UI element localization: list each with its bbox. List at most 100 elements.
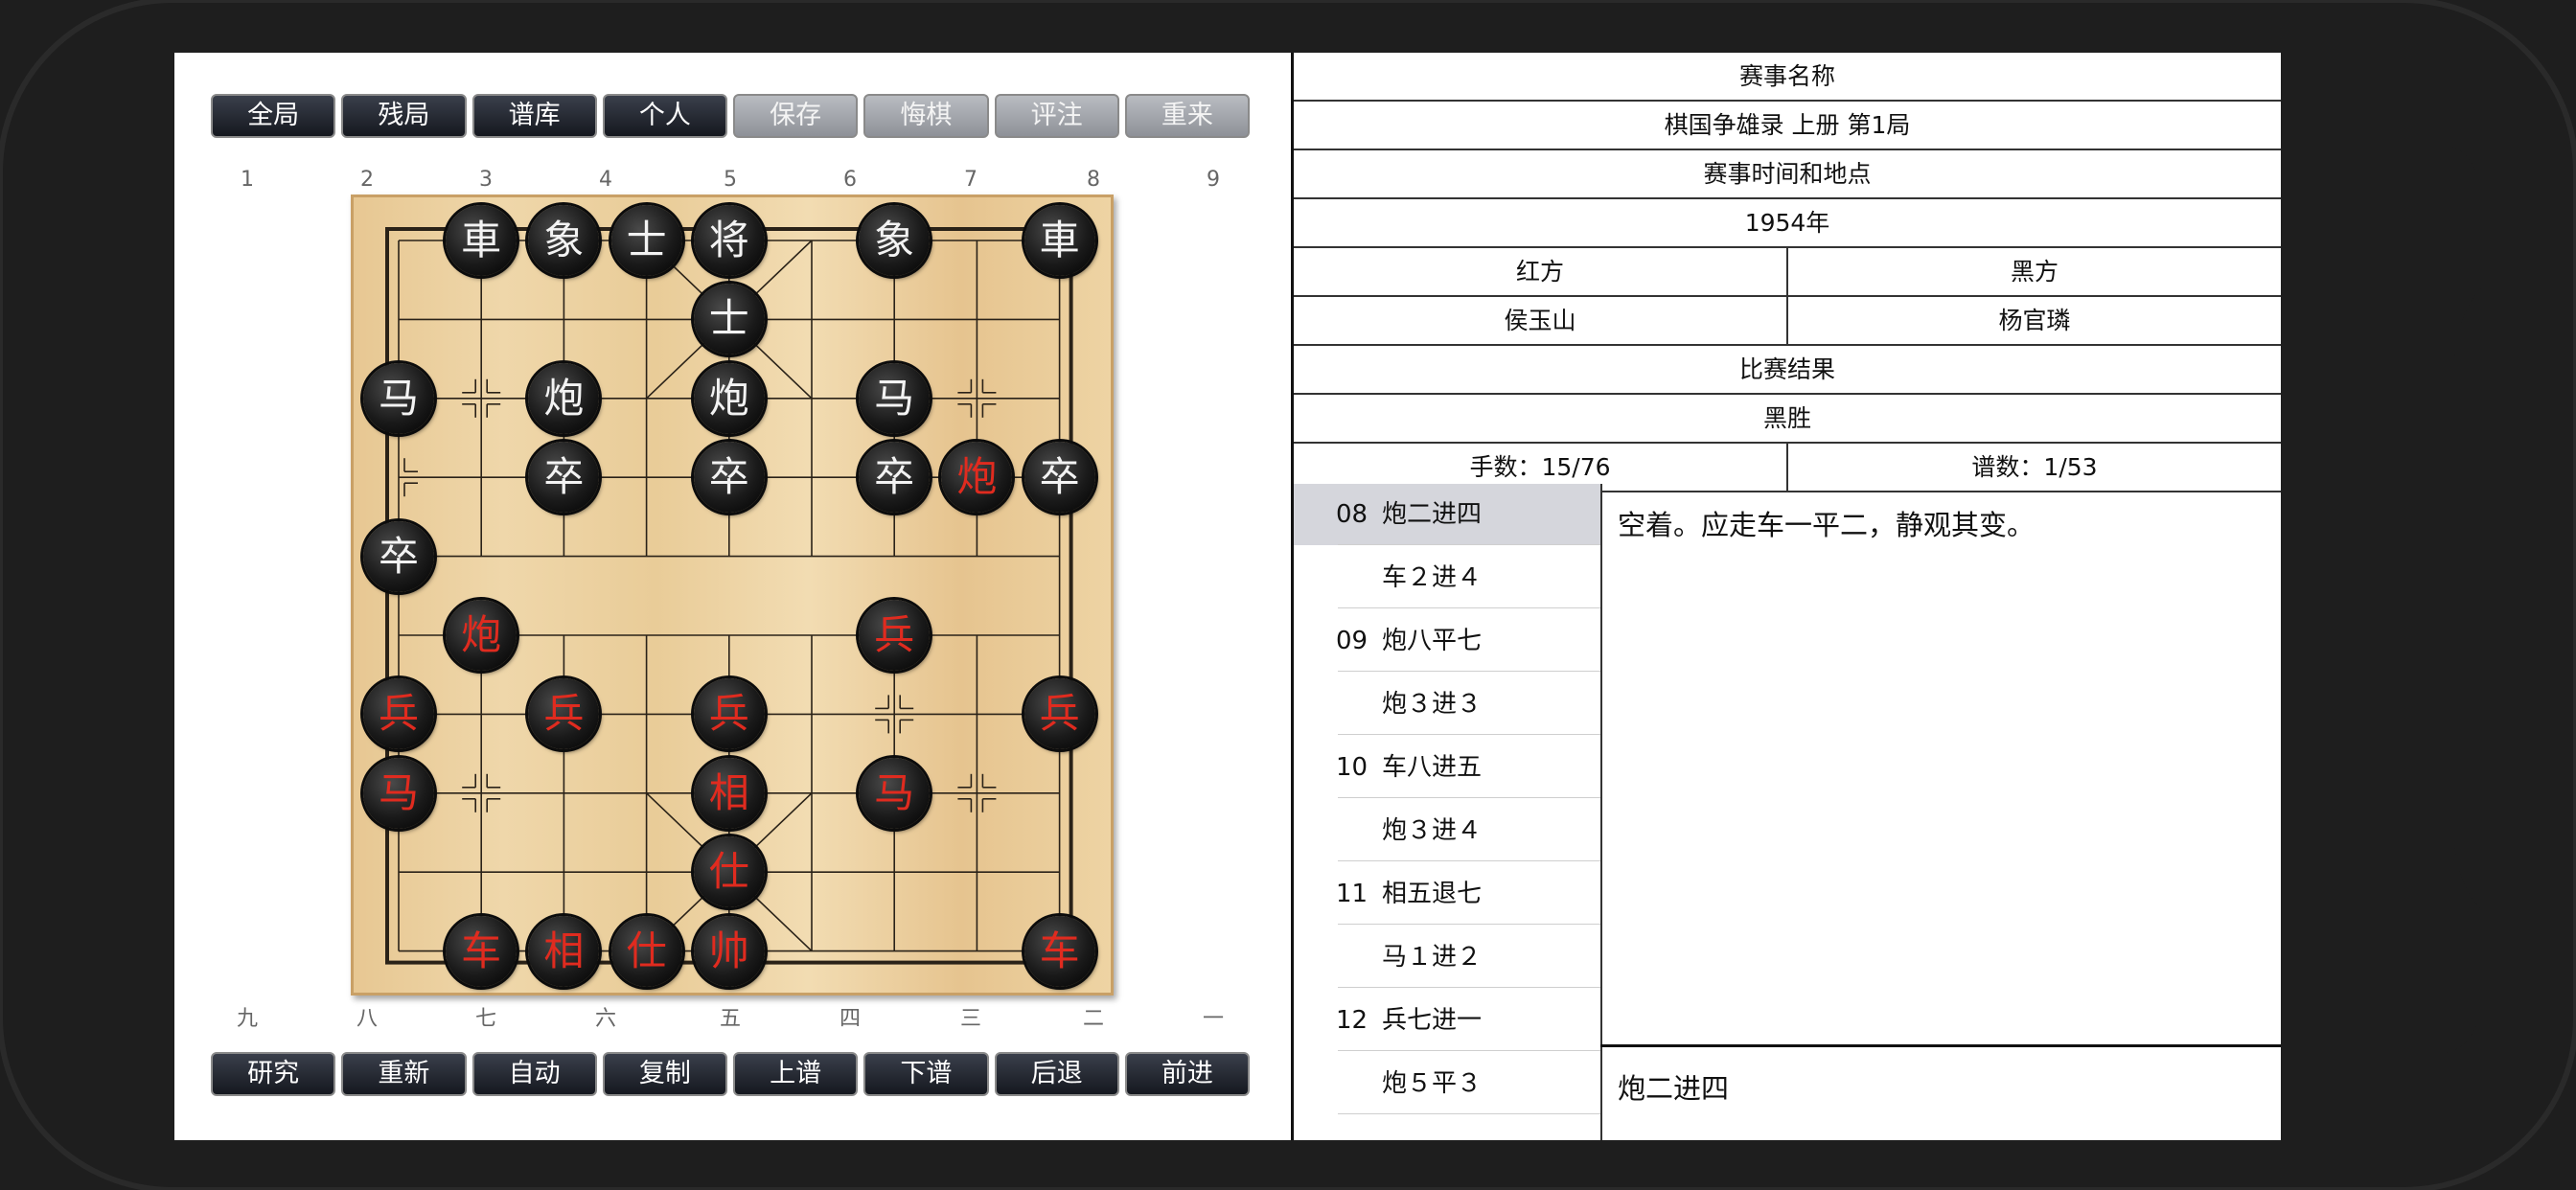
red-piece[interactable]: 帅 bbox=[693, 915, 765, 987]
renew-button[interactable]: 重新 bbox=[341, 1052, 467, 1096]
board-panel: 全局 残局 谱库 个人 保存 悔棋 评注 重来 123456789 車象士将象車… bbox=[174, 53, 1291, 1140]
black-piece[interactable]: 卒 bbox=[1024, 442, 1095, 514]
red-player-name[interactable]: 侯玉山 bbox=[1294, 297, 1786, 344]
row-divider bbox=[1338, 734, 1600, 735]
file-label: 二 bbox=[1082, 1007, 1104, 1031]
red-piece[interactable]: 兵 bbox=[363, 678, 434, 750]
black-piece[interactable]: 卒 bbox=[859, 442, 931, 514]
black-piece[interactable]: 象 bbox=[859, 205, 931, 276]
event-label-row: 赛事名称 bbox=[1294, 53, 2281, 102]
row-divider bbox=[1338, 607, 1600, 608]
move-text: 相五退七 bbox=[1382, 880, 1483, 908]
black-player-name[interactable]: 杨官璘 bbox=[1786, 297, 2281, 344]
move-comment[interactable]: 空着。应走车一平二，静观其变。 bbox=[1618, 503, 2269, 543]
record-panel: 赛事名称 棋国争雄录 上册 第1局 赛事时间和地点 1954年 红方 黑方 侯玉… bbox=[1291, 53, 2281, 1140]
red-piece[interactable]: 炮 bbox=[446, 600, 518, 671]
move-list-item[interactable]: 车２进４ bbox=[1294, 547, 1600, 608]
xiangqi-board[interactable]: 車象士将象車士马炮炮马卒卒卒炮卒卒炮兵兵兵兵兵马相马仕车相仕帅车 bbox=[351, 195, 1114, 995]
red-piece[interactable]: 车 bbox=[1024, 915, 1095, 987]
move-list[interactable]: 08 炮二进四车２进４ 09 炮八平七炮３进３ 10 车八进五炮３进４ 11 相五退七马１进２… bbox=[1294, 484, 1602, 1140]
full-game-button[interactable]: 全局 bbox=[211, 94, 336, 138]
current-move-text: 炮二进四 bbox=[1618, 1072, 1730, 1105]
file-label: 5 bbox=[724, 168, 737, 192]
save-button[interactable]: 保存 bbox=[733, 94, 859, 138]
auto-play-button[interactable]: 自动 bbox=[472, 1052, 597, 1096]
black-piece[interactable]: 車 bbox=[1024, 205, 1095, 276]
move-list-item[interactable]: 炮５平３ bbox=[1294, 1053, 1600, 1114]
red-piece[interactable]: 相 bbox=[693, 757, 765, 829]
next-record-button[interactable]: 下谱 bbox=[863, 1052, 989, 1096]
move-list-item[interactable]: 炮３进４ bbox=[1294, 800, 1600, 861]
move-text: 炮八平七 bbox=[1382, 627, 1483, 655]
move-number: 11 bbox=[1336, 880, 1368, 908]
personal-button[interactable]: 个人 bbox=[602, 94, 727, 138]
move-text: 炮５平３ bbox=[1382, 1069, 1483, 1098]
file-label: 9 bbox=[1207, 168, 1220, 192]
event-value[interactable]: 棋国争雄录 上册 第1局 bbox=[1294, 102, 2281, 149]
black-piece[interactable]: 炮 bbox=[528, 362, 600, 434]
step-forward-button[interactable]: 前进 bbox=[1124, 1052, 1250, 1096]
file-label: 7 bbox=[964, 168, 978, 192]
file-label: 1 bbox=[241, 168, 254, 192]
move-text: 炮３进３ bbox=[1382, 690, 1483, 719]
red-piece[interactable]: 相 bbox=[528, 915, 600, 987]
file-label: 一 bbox=[1202, 1007, 1224, 1031]
row-divider bbox=[1338, 987, 1600, 988]
time-place-label-row: 赛事时间和地点 bbox=[1294, 150, 2281, 199]
sides-label-row: 红方 黑方 bbox=[1294, 248, 2281, 297]
move-text: 车２进４ bbox=[1382, 563, 1483, 592]
black-piece[interactable]: 象 bbox=[528, 205, 600, 276]
red-piece[interactable]: 马 bbox=[363, 757, 434, 829]
result-value[interactable]: 黑胜 bbox=[1294, 395, 2281, 442]
red-piece[interactable]: 仕 bbox=[693, 836, 765, 908]
file-label: 三 bbox=[959, 1007, 981, 1031]
step-back-button[interactable]: 后退 bbox=[994, 1052, 1119, 1096]
move-list-item[interactable]: 10 车八进五 bbox=[1294, 737, 1600, 798]
event-label: 赛事名称 bbox=[1738, 62, 1835, 90]
file-label: 八 bbox=[356, 1007, 378, 1031]
move-number: 08 bbox=[1336, 500, 1368, 529]
file-label: 九 bbox=[236, 1007, 258, 1031]
result-label-row: 比赛结果 bbox=[1294, 346, 2281, 395]
move-list-item[interactable]: 08 炮二进四 bbox=[1294, 484, 1600, 545]
black-piece[interactable]: 炮 bbox=[693, 362, 765, 434]
red-piece[interactable]: 马 bbox=[859, 757, 931, 829]
black-piece[interactable]: 马 bbox=[859, 362, 931, 434]
move-number: 12 bbox=[1336, 1006, 1368, 1035]
black-piece[interactable]: 马 bbox=[363, 362, 434, 434]
red-piece[interactable]: 仕 bbox=[610, 915, 682, 987]
black-piece[interactable]: 士 bbox=[693, 284, 765, 355]
time-place-value[interactable]: 1954年 bbox=[1294, 199, 2281, 246]
black-piece[interactable]: 卒 bbox=[363, 520, 434, 592]
undo-button[interactable]: 悔棋 bbox=[863, 94, 989, 138]
move-list-item[interactable]: 11 相五退七 bbox=[1294, 863, 1600, 925]
research-button[interactable]: 研究 bbox=[211, 1052, 336, 1096]
black-piece[interactable]: 士 bbox=[610, 205, 682, 276]
red-piece[interactable]: 兵 bbox=[693, 678, 765, 750]
red-piece[interactable]: 兵 bbox=[859, 600, 931, 671]
move-text: 炮二进四 bbox=[1382, 500, 1483, 529]
black-piece[interactable]: 卒 bbox=[693, 442, 765, 514]
file-label: 3 bbox=[479, 168, 493, 192]
file-labels-top: 1 2 3 4 5 6 7 8 9 bbox=[174, 168, 1291, 196]
file-label: 七 bbox=[474, 1007, 496, 1031]
library-button[interactable]: 谱库 bbox=[472, 94, 597, 138]
row-divider bbox=[1338, 860, 1600, 861]
file-label: 6 bbox=[843, 168, 857, 192]
move-list-item[interactable]: 马１进２ bbox=[1294, 927, 1600, 988]
restart-button[interactable]: 重来 bbox=[1124, 94, 1250, 138]
move-text: 炮３进４ bbox=[1382, 816, 1483, 845]
red-piece[interactable]: 车 bbox=[446, 915, 518, 987]
move-list-item[interactable]: 09 炮八平七 bbox=[1294, 610, 1600, 672]
annotate-button[interactable]: 评注 bbox=[994, 94, 1119, 138]
previous-record-button[interactable]: 上谱 bbox=[733, 1052, 859, 1096]
result-label: 比赛结果 bbox=[1738, 355, 1835, 383]
file-label: 8 bbox=[1087, 168, 1100, 192]
endgame-button[interactable]: 残局 bbox=[341, 94, 467, 138]
move-list-item[interactable]: 12 兵七进一 bbox=[1294, 990, 1600, 1051]
copy-button[interactable]: 复制 bbox=[602, 1052, 727, 1096]
black-piece[interactable]: 車 bbox=[446, 205, 518, 276]
black-piece[interactable]: 将 bbox=[693, 205, 765, 276]
move-list-item[interactable]: 炮３进３ bbox=[1294, 674, 1600, 735]
red-piece[interactable]: 兵 bbox=[1024, 678, 1095, 750]
